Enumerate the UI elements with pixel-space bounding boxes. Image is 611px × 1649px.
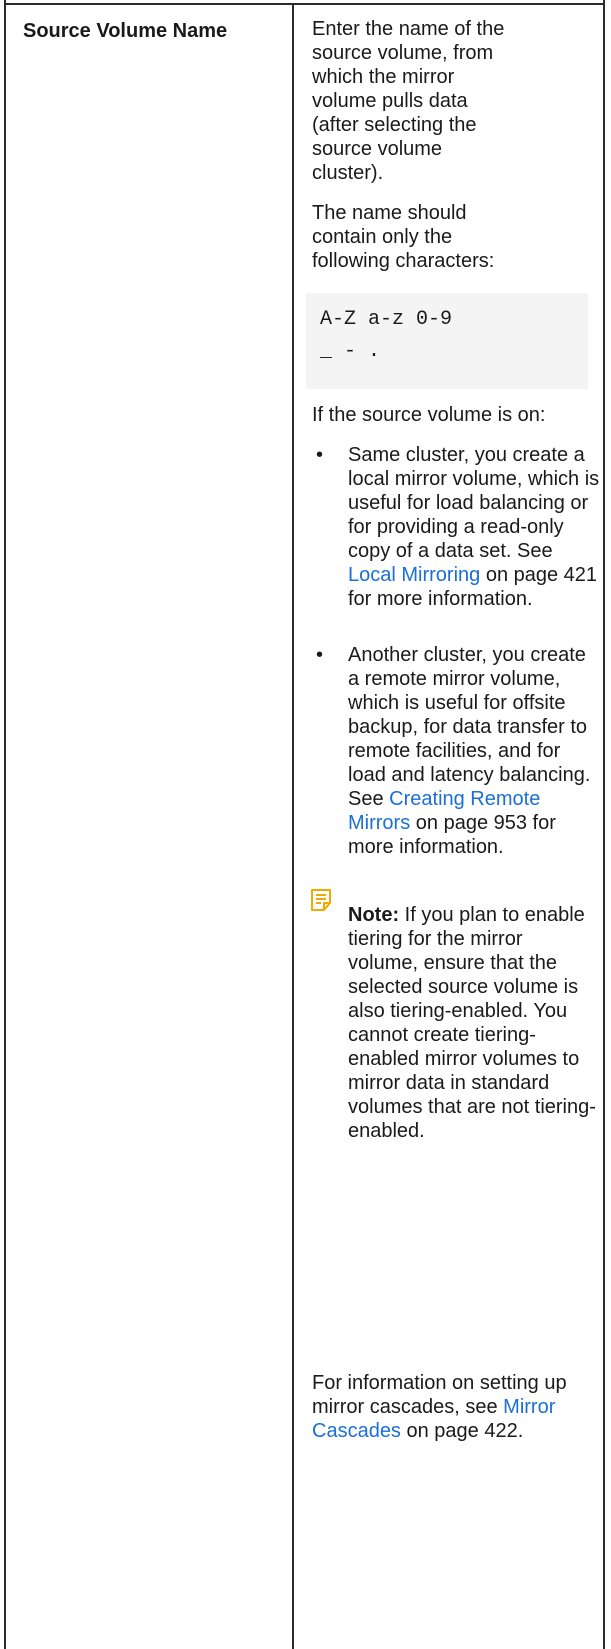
bullet-1-text-before: Same cluster, you create a local mirror … [348,444,600,562]
description-intro: Enter the name of the source volume, fro… [312,18,505,184]
note-callout: Note: If you plan to enable tiering for … [311,889,602,1341]
allowed-chars-code-block: A-Z a-z 0-9 _ - . [306,293,588,389]
bullet-dot-icon: • [316,644,324,666]
list-item-same-cluster: • Same cluster, you create a local mirro… [312,443,600,611]
code-line-1: A-Z a-z 0-9 [320,308,453,331]
bullet-dot-icon: • [316,444,324,466]
local-mirroring-link[interactable]: Local Mirroring [348,564,480,586]
note-text: If you plan to enable tiering for the mi… [348,904,596,1142]
note-icon [311,889,331,911]
note-label: Note: [348,904,400,926]
mirror-cascades-info: For information on setting up mirror cas… [312,1371,582,1443]
allowed-chars-intro: The name should contain only the followi… [312,202,495,272]
note-body: Note: If you plan to enable tiering for … [348,903,598,1143]
cascades-text-after: on page 422. [400,1420,524,1442]
list-item-another-cluster: • Another cluster, you create a remote m… [312,643,600,859]
bullet-2-text-before: Another cluster, you create a remote mir… [348,644,591,810]
field-description: Enter the name of the source volume, fro… [306,17,602,1443]
source-location-intro: If the source volume is on: [312,404,546,426]
field-name: Source Volume Name [23,20,228,42]
source-location-list: • Same cluster, you create a local mirro… [312,443,602,859]
column-divider [292,3,294,1649]
parameter-table: Source Volume Name Enter the name of the… [4,0,605,1649]
table-top-rule [6,3,603,5]
code-line-2: _ - . [320,340,381,363]
